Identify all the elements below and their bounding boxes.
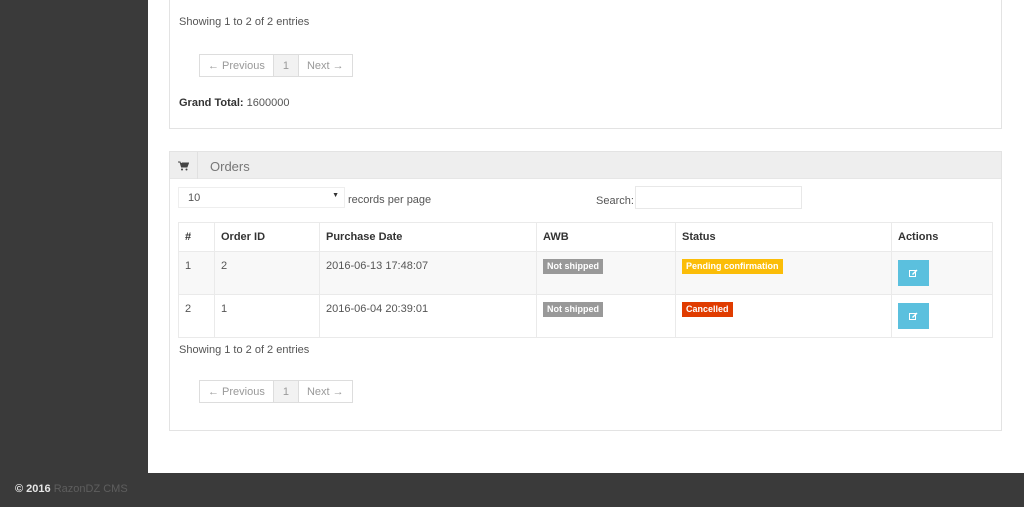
status-cell: Pending confirmation xyxy=(675,251,892,295)
row-number: 1 xyxy=(178,251,215,295)
order-id: 1 xyxy=(214,294,320,338)
pagination: ← Previous 1 Next → xyxy=(199,54,353,77)
sidebar xyxy=(0,0,148,473)
col-order-id[interactable]: Order ID xyxy=(214,222,320,252)
next-button[interactable]: Next → xyxy=(298,55,352,76)
pagination: ← Previous 1 Next → xyxy=(199,380,353,403)
status-cell: Cancelled xyxy=(675,294,892,338)
col-number[interactable]: # xyxy=(178,222,215,252)
grand-total: Grand Total: 1600000 xyxy=(179,97,289,109)
orders-panel: Orders 10 ▼ records per page Search: # O… xyxy=(169,151,1002,431)
cart-icon xyxy=(170,152,198,179)
records-per-page-label: records per page xyxy=(348,194,432,206)
edit-icon xyxy=(909,312,918,320)
orders-panel-header: Orders xyxy=(170,152,1001,179)
col-purchase-date[interactable]: Purchase Date xyxy=(319,222,537,252)
edit-order-button[interactable] xyxy=(898,260,929,286)
chevron-down-icon: ▼ xyxy=(332,192,339,199)
table-info: Showing 1 to 2 of 2 entries xyxy=(179,344,310,356)
awb-badge: Not shipped xyxy=(543,259,603,274)
status-badge: Cancelled xyxy=(682,302,733,317)
row-number: 2 xyxy=(178,294,215,338)
grand-total-value: 1600000 xyxy=(246,97,290,109)
previous-button[interactable]: ← Previous xyxy=(200,55,274,76)
actions-cell xyxy=(891,294,993,338)
table-row: 1 2 2016-06-13 17:48:07 Not shipped Pend… xyxy=(178,251,993,295)
order-id: 2 xyxy=(214,251,320,295)
records-per-page-select[interactable]: 10 ▼ xyxy=(178,187,345,208)
footer: © 2016 RazonDZ CMS xyxy=(0,473,1024,507)
previous-button[interactable]: ← Previous xyxy=(200,381,274,402)
summary-panel: Showing 1 to 2 of 2 entries ← Previous 1… xyxy=(169,0,1002,129)
grand-total-label: Grand Total: xyxy=(179,97,244,109)
edit-order-button[interactable] xyxy=(898,303,929,329)
purchase-date: 2016-06-13 17:48:07 xyxy=(319,251,537,295)
edit-icon xyxy=(909,269,918,277)
main-content: Showing 1 to 2 of 2 entries ← Previous 1… xyxy=(148,0,1024,473)
awb-cell: Not shipped xyxy=(536,251,676,295)
actions-cell xyxy=(891,251,993,295)
table-row: 2 1 2016-06-04 20:39:01 Not shipped Canc… xyxy=(178,294,993,338)
col-status[interactable]: Status xyxy=(675,222,892,252)
brand-link[interactable]: RazonDZ CMS xyxy=(54,483,128,495)
table-info: Showing 1 to 2 of 2 entries xyxy=(179,16,310,28)
search-input[interactable] xyxy=(635,186,802,209)
awb-badge: Not shipped xyxy=(543,302,603,317)
status-badge: Pending confirmation xyxy=(682,259,783,274)
col-actions: Actions xyxy=(891,222,993,252)
copyright-year: © 2016 xyxy=(15,483,51,495)
copyright: © 2016 RazonDZ CMS xyxy=(15,483,128,495)
purchase-date: 2016-06-04 20:39:01 xyxy=(319,294,537,338)
search-label: Search: xyxy=(596,195,634,207)
awb-cell: Not shipped xyxy=(536,294,676,338)
select-value: 10 xyxy=(188,192,201,204)
page-1-button[interactable]: 1 xyxy=(273,55,299,76)
panel-title: Orders xyxy=(210,159,250,174)
orders-table: # Order ID Purchase Date AWB Status Acti… xyxy=(178,222,993,338)
table-header-row: # Order ID Purchase Date AWB Status Acti… xyxy=(178,222,993,252)
col-awb[interactable]: AWB xyxy=(536,222,676,252)
next-button[interactable]: Next → xyxy=(298,381,352,402)
page-1-button[interactable]: 1 xyxy=(273,381,299,402)
